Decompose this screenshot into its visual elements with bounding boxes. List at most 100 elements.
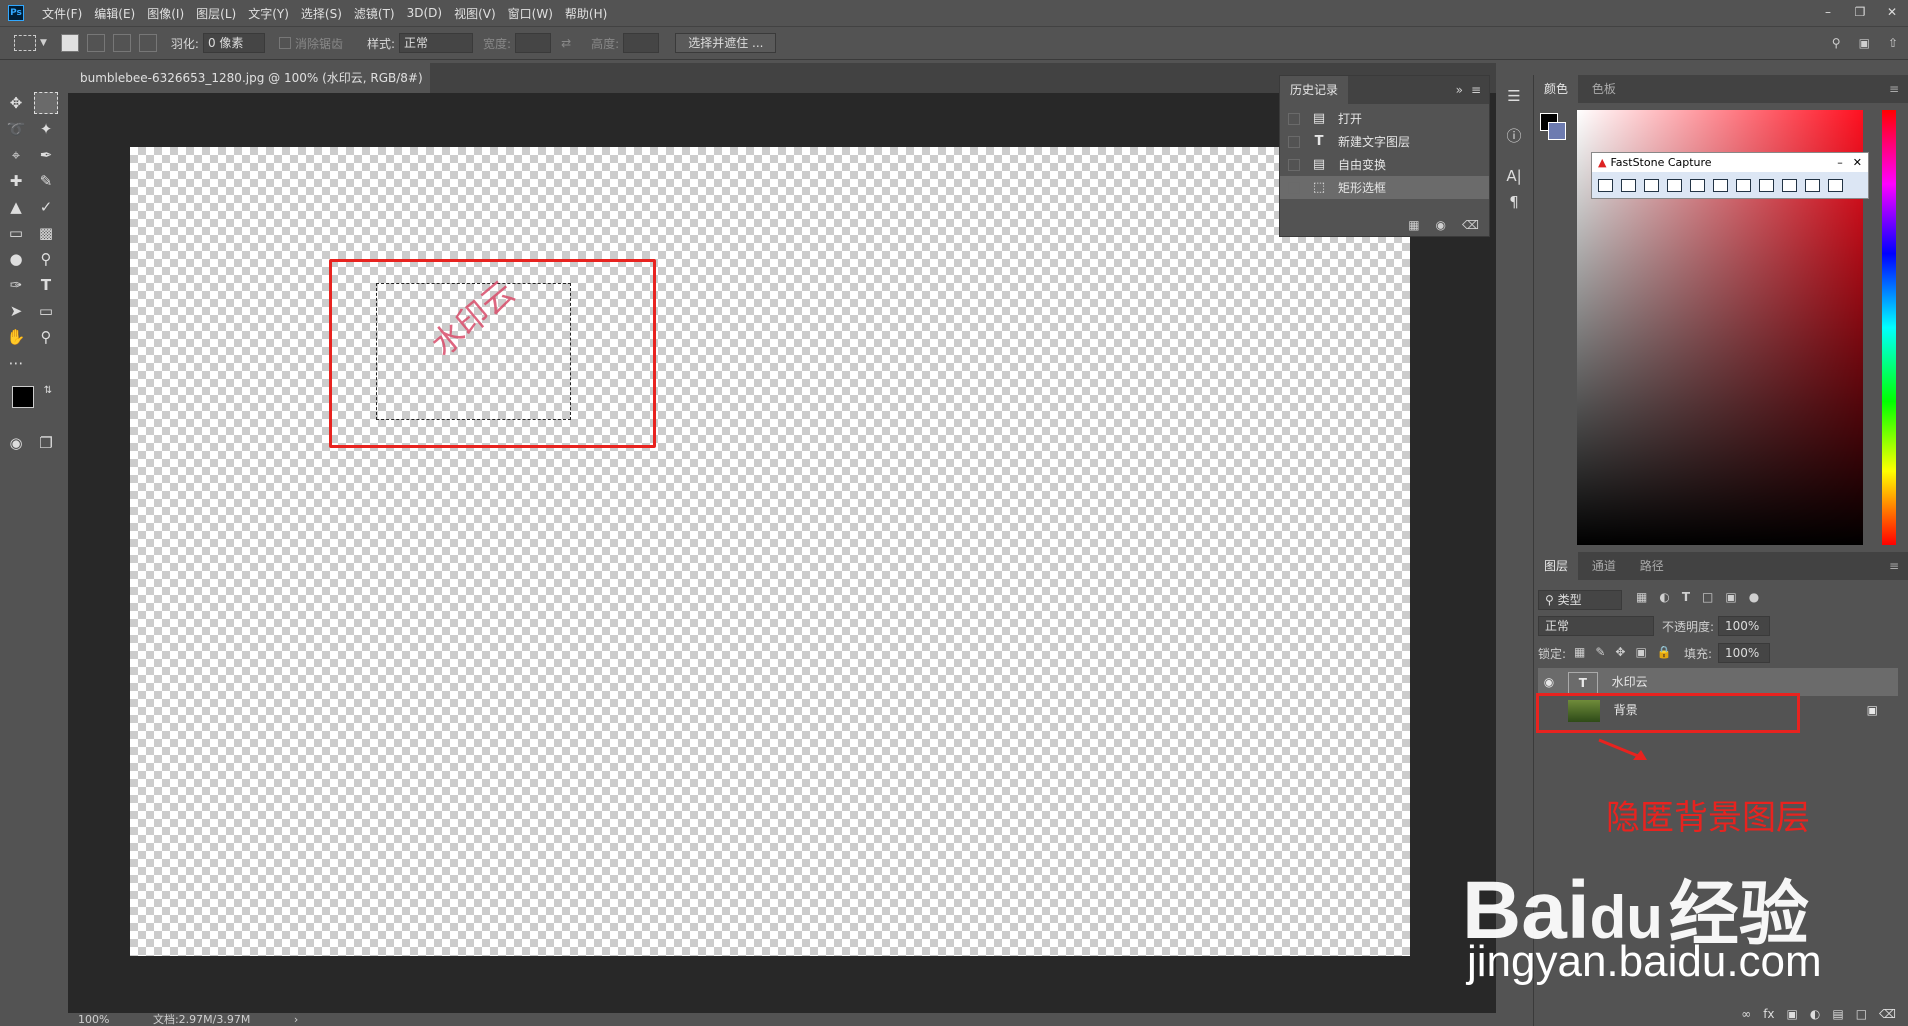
blur-tool-icon[interactable]: ● — [4, 248, 28, 270]
rectangle-tool-icon[interactable]: ▭ — [34, 300, 58, 322]
layer-filter-select[interactable]: ⚲ 类型 — [1538, 590, 1622, 610]
capture-object-icon[interactable] — [1644, 178, 1659, 192]
search-icon[interactable]: ⚲ — [1832, 36, 1841, 50]
rectangular-marquee-tool-icon[interactable] — [34, 92, 58, 114]
color-picker-icon[interactable] — [1782, 178, 1797, 192]
select-and-mask-button[interactable]: 选择并遮住 ... — [675, 33, 777, 53]
character-panel-icon[interactable]: A| — [1503, 165, 1525, 187]
minimize-icon[interactable]: – — [1837, 156, 1843, 169]
menu-filter[interactable]: 滤镜(T) — [348, 5, 401, 22]
tab-swatches[interactable]: 色板 — [1582, 75, 1626, 103]
tab-color[interactable]: 颜色 — [1534, 75, 1579, 103]
tab-layers[interactable]: 图层 — [1534, 552, 1579, 580]
width-input[interactable] — [515, 33, 552, 53]
crop-tool-icon[interactable]: ⌖ — [4, 144, 28, 166]
new-selection-icon[interactable] — [60, 34, 79, 52]
type-tool-icon[interactable]: T — [34, 274, 58, 296]
menu-edit[interactable]: 编辑(E) — [88, 5, 141, 22]
zoom-tool-icon[interactable]: ⚲ — [34, 326, 58, 348]
more-tools-icon[interactable]: ⋯ — [4, 352, 28, 374]
panel-menu-icon[interactable]: ≡ — [1879, 75, 1908, 103]
lock-transparent-icon[interactable]: ▦ — [1574, 645, 1585, 659]
fill-input[interactable]: 100% — [1718, 643, 1770, 663]
eyedropper-tool-icon[interactable]: ✒ — [34, 144, 58, 166]
style-select[interactable]: 正常 — [399, 33, 474, 53]
capture-rectangle-icon[interactable] — [1667, 178, 1682, 192]
subtract-selection-icon[interactable] — [112, 34, 131, 52]
menu-image[interactable]: 图像(I) — [141, 5, 190, 22]
menu-select[interactable]: 选择(S) — [295, 5, 348, 22]
zoom-level[interactable]: 100% — [78, 1013, 109, 1026]
paragraph-panel-icon[interactable]: ¶ — [1503, 191, 1525, 213]
path-selection-tool-icon[interactable]: ➤ — [4, 300, 28, 322]
filter-adjustment-icon[interactable]: ◐ — [1659, 590, 1669, 604]
restore-icon[interactable]: ❐ — [1844, 0, 1876, 26]
menu-type[interactable]: 文字(Y) — [242, 5, 295, 22]
snapshot-camera-icon[interactable]: ◉ — [1436, 218, 1446, 232]
healing-brush-tool-icon[interactable]: ✚ — [4, 170, 28, 192]
background-color-chip[interactable] — [1548, 122, 1566, 140]
workspace-icon[interactable]: ▣ — [1859, 36, 1870, 50]
history-brush-tool-icon[interactable]: ✓ — [34, 196, 58, 218]
chevron-down-icon[interactable]: ▼ — [40, 38, 47, 48]
adjustment-layer-icon[interactable]: ◐ — [1810, 1007, 1820, 1021]
history-item-free-transform[interactable]: ▤ 自由变换 — [1280, 153, 1489, 176]
tab-paths[interactable]: 路径 — [1630, 552, 1674, 580]
delete-layer-icon[interactable]: ⌫ — [1879, 1007, 1896, 1021]
new-document-from-state-icon[interactable]: ▦ — [1408, 218, 1419, 232]
lasso-tool-icon[interactable]: ➰ — [4, 118, 28, 140]
tab-history[interactable]: 历史记录 — [1280, 76, 1349, 104]
menu-view[interactable]: 视图(V) — [448, 5, 502, 22]
history-source-checkbox[interactable] — [1288, 158, 1300, 171]
history-panel-icon[interactable]: ☰ — [1503, 85, 1525, 107]
eye-icon[interactable]: ◉ — [1538, 668, 1560, 696]
clone-stamp-tool-icon[interactable]: ▲ — [4, 196, 28, 218]
pen-tool-icon[interactable]: ✑ — [4, 274, 28, 296]
menu-3d[interactable]: 3D(D) — [401, 6, 448, 20]
add-mask-icon[interactable]: ▣ — [1787, 1007, 1798, 1021]
settings-icon[interactable] — [1828, 178, 1843, 192]
share-icon[interactable]: ⇧ — [1888, 36, 1898, 50]
opacity-input[interactable]: 100% — [1718, 616, 1770, 636]
filter-smart-object-icon[interactable]: ▣ — [1725, 590, 1736, 604]
menu-window[interactable]: 窗口(W) — [502, 5, 559, 22]
eraser-tool-icon[interactable]: ▭ — [4, 222, 28, 244]
filter-toggle-icon[interactable]: ● — [1749, 590, 1759, 604]
history-source-checkbox[interactable] — [1288, 112, 1300, 125]
close-icon[interactable]: ✕ — [1853, 156, 1862, 169]
layer-row-text[interactable]: ◉ T 水印云 — [1538, 668, 1898, 696]
capture-scrolling-icon[interactable] — [1736, 178, 1751, 192]
filter-type-icon[interactable]: T — [1682, 590, 1690, 604]
lock-paint-icon[interactable]: ✎ — [1595, 645, 1605, 659]
filter-shape-icon[interactable]: □ — [1702, 590, 1713, 604]
gradient-tool-icon[interactable]: ▩ — [34, 222, 58, 244]
tab-channels[interactable]: 通道 — [1582, 552, 1626, 580]
document-canvas[interactable] — [130, 147, 1410, 956]
info-icon[interactable]: ⓘ — [1503, 125, 1525, 147]
menu-help[interactable]: 帮助(H) — [559, 5, 613, 22]
dodge-tool-icon[interactable]: ⚲ — [34, 248, 58, 270]
new-group-icon[interactable]: ▤ — [1832, 1007, 1843, 1021]
foreground-color-swatch[interactable] — [12, 386, 34, 408]
history-item-open[interactable]: ▤ 打开 — [1280, 107, 1489, 130]
intersect-selection-icon[interactable] — [138, 34, 157, 52]
minimize-icon[interactable]: – — [1812, 0, 1844, 26]
antialias-checkbox[interactable] — [278, 37, 291, 49]
magic-wand-tool-icon[interactable]: ✦ — [34, 118, 58, 140]
brush-tool-icon[interactable]: ✎ — [34, 170, 58, 192]
hue-slider[interactable] — [1882, 110, 1896, 545]
open-file-icon[interactable] — [1598, 178, 1613, 192]
feather-input[interactable]: 0 像素 — [202, 33, 265, 53]
move-tool-icon[interactable]: ✥ — [4, 92, 28, 114]
lock-artboard-icon[interactable]: ▣ — [1635, 645, 1646, 659]
delete-trash-icon[interactable]: ⌫ — [1462, 218, 1479, 232]
history-item-new-text-layer[interactable]: T 新建文字图层 — [1280, 130, 1489, 153]
document-tab[interactable]: bumblebee-6326653_1280.jpg @ 100% (水印云, … — [68, 63, 430, 115]
new-layer-icon[interactable]: □ — [1856, 1007, 1867, 1021]
menu-file[interactable]: 文件(F) — [36, 5, 88, 22]
blend-mode-select[interactable]: 正常 — [1538, 616, 1654, 636]
panel-menu-icon[interactable]: ≡ — [1471, 83, 1481, 97]
lock-all-icon[interactable]: 🔒 — [1657, 645, 1672, 659]
capture-window-icon[interactable] — [1621, 178, 1636, 192]
hand-tool-icon[interactable]: ✋ — [4, 326, 28, 348]
